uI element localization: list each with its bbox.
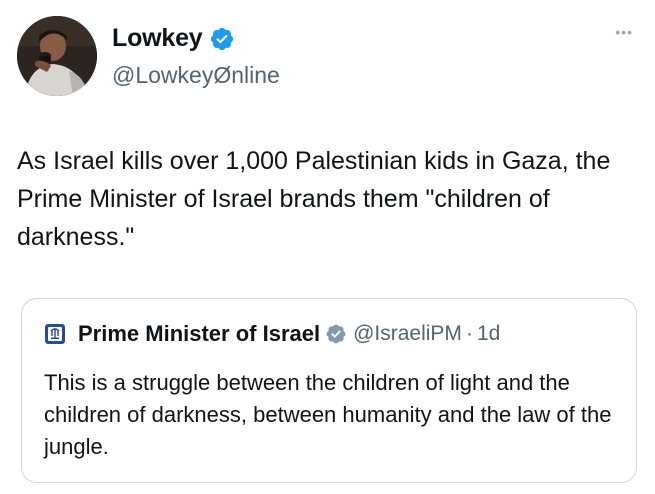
quote-header: Prime Minister of Israel @IsraeliPM · 1d xyxy=(44,321,500,347)
quoted-tweet[interactable]: Prime Minister of Israel @IsraeliPM · 1d… xyxy=(21,298,637,483)
verified-badge-icon xyxy=(210,27,233,50)
quote-text: This is a struggle between the children … xyxy=(44,370,612,459)
author-name-text: Lowkey xyxy=(112,24,203,52)
avatar-photo-icon xyxy=(17,16,97,96)
israel-emblem-icon xyxy=(45,324,65,344)
quote-separator: · xyxy=(465,322,473,345)
author-avatar[interactable] xyxy=(17,16,97,96)
more-dots-icon[interactable]: ••• xyxy=(615,25,633,39)
author-handle[interactable]: @LowkeyØnline xyxy=(112,62,280,89)
author-name[interactable]: Lowkey xyxy=(112,24,235,53)
quote-timestamp[interactable]: 1d xyxy=(477,322,500,346)
quote-author-name: Prime Minister of Israel xyxy=(78,321,321,346)
quote-author-handle: @IsraeliPM xyxy=(353,322,462,345)
tweet-card[interactable]: Lowkey @LowkeyØnline ••• As Israel kills… xyxy=(0,0,655,494)
tweet-text: As Israel kills over 1,000 Palestinian k… xyxy=(17,147,611,251)
government-verified-badge-icon xyxy=(326,324,346,344)
